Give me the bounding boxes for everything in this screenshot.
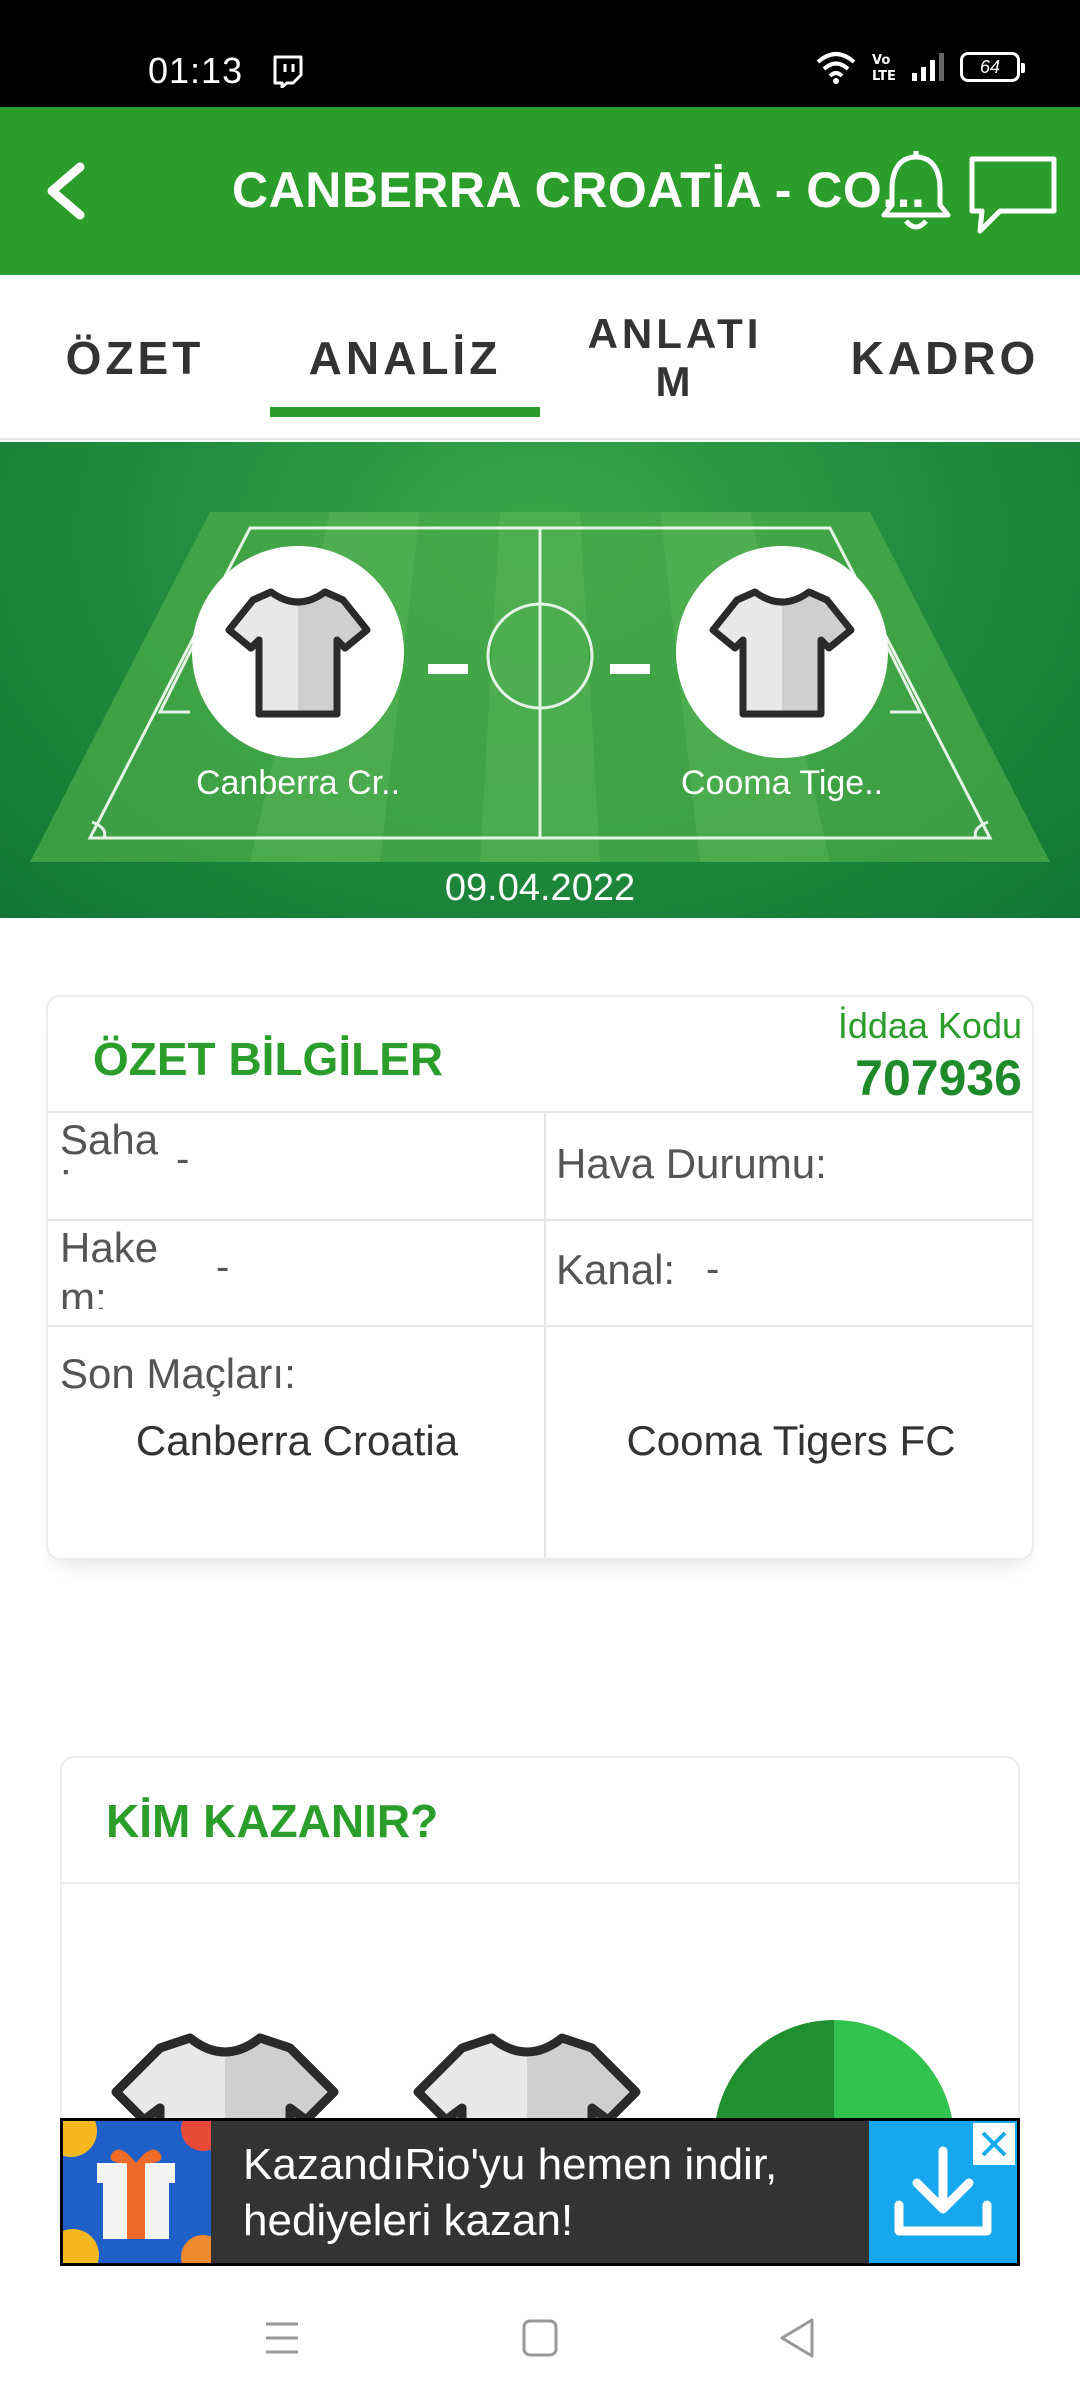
tab-anlatim[interactable]: ANLATI M — [540, 275, 810, 440]
saha-value: - — [176, 1137, 190, 1181]
hakem-label: Hake m: — [60, 1223, 158, 1309]
column-divider — [544, 1111, 546, 1558]
tab-label: KADRO — [850, 331, 1040, 384]
match-date: 09.04.2022 — [444, 867, 636, 909]
saha-label-line2: : — [60, 1165, 158, 1185]
home-recent-matches-link[interactable]: Canberra Croatia — [52, 1417, 542, 1465]
close-icon — [981, 2131, 1007, 2157]
divider — [62, 1882, 1018, 1884]
status-bar: 01:13 Vo LTE 64 — [0, 0, 1080, 107]
svg-text:LTE: LTE — [872, 69, 896, 84]
tab-label: ANLATI M — [587, 309, 763, 405]
gift-icon — [63, 2121, 211, 2263]
divider — [48, 1325, 1032, 1327]
kanal-value: - — [706, 1247, 720, 1291]
hakem-label-line2: m: — [60, 1274, 107, 1309]
page-title: CANBERRA CROATİA - CO... — [232, 162, 926, 218]
saha-label: Saha : — [60, 1115, 158, 1185]
hava-durumu-label: Hava Durumu: — [556, 1140, 827, 1187]
tab-label: ANALİZ — [308, 331, 502, 384]
svg-text:Vo: Vo — [872, 53, 890, 68]
menu-icon[interactable] — [252, 2310, 312, 2366]
active-tab-indicator — [270, 407, 540, 417]
saha-label-line1: Saha — [60, 1116, 159, 1163]
match-header: Canberra Cr.. Cooma Tige.. 09.04.2022 — [0, 442, 1080, 918]
tab-label: ÖZET — [65, 331, 205, 384]
away-score-dash — [610, 664, 650, 674]
son-maclari-label: Son Maçları: — [60, 1350, 296, 1397]
app-bar: CANBERRA CROATİA - CO... — [0, 107, 1080, 275]
divider — [48, 1111, 1032, 1113]
kanal-label: Kanal: — [556, 1246, 676, 1293]
wifi-icon — [816, 52, 856, 84]
pitch-illustration — [30, 512, 1050, 862]
back-nav-icon[interactable] — [768, 2310, 828, 2366]
shirt-icon — [709, 588, 855, 718]
status-time: 01:13 — [148, 50, 244, 91]
battery-icon: 64 — [960, 52, 1025, 82]
signal-icon — [912, 53, 944, 81]
tab-ozet[interactable]: ÖZET — [0, 275, 270, 440]
iddaa-label: İddaa Kodu — [837, 1005, 1022, 1046]
away-team-logo[interactable] — [676, 546, 888, 758]
hakem-value: - — [216, 1245, 230, 1289]
back-icon[interactable] — [28, 151, 108, 231]
summary-card: ÖZET BİLGİLER İddaa Kodu 707936 Saha : -… — [46, 995, 1034, 1560]
system-nav-bar — [0, 2270, 1080, 2400]
chat-icon[interactable] — [962, 145, 1062, 245]
tab-kadro[interactable]: KADRO — [810, 275, 1080, 440]
home-score-dash — [428, 664, 468, 674]
ad-line2: hediyeleri kazan! — [243, 2196, 574, 2245]
shirt-icon — [225, 588, 371, 718]
ad-banner[interactable]: KazandıRio'yu hemen indir, hediyeleri ka… — [60, 2118, 1020, 2266]
home-icon[interactable] — [510, 2310, 570, 2366]
ad-close-button[interactable] — [971, 2121, 1017, 2167]
tab-bar: ÖZET ANALİZ ANLATI M KADRO — [0, 275, 1080, 440]
prediction-title: KİM KAZANIR? — [106, 1795, 439, 1847]
status-icons: Vo LTE 64 — [816, 50, 1025, 84]
twitch-icon — [273, 55, 303, 88]
ad-text: KazandıRio'yu hemen indir, hediyeleri ka… — [243, 2137, 777, 2249]
ad-line1: KazandıRio'yu hemen indir, — [243, 2140, 778, 2189]
away-recent-matches-link[interactable]: Cooma Tigers FC — [546, 1417, 1036, 1465]
summary-title: ÖZET BİLGİLER — [93, 1033, 444, 1085]
home-team-name: Canberra Cr.. — [195, 764, 401, 802]
away-team-name: Cooma Tige.. — [680, 764, 884, 802]
divider — [48, 1219, 1032, 1221]
hakem-label-line1: Hake — [60, 1224, 159, 1271]
bell-icon[interactable] — [876, 149, 956, 239]
volte-icon: Vo LTE — [872, 53, 896, 84]
ad-app-logo — [63, 2121, 211, 2263]
iddaa-code: 707936 — [855, 1050, 1022, 1106]
home-team-logo[interactable] — [192, 546, 404, 758]
